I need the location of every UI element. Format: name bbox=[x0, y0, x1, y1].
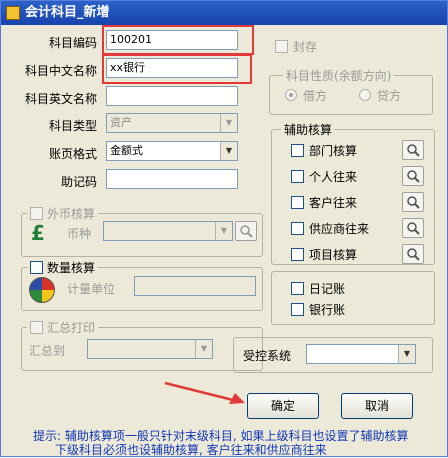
unit-field[interactable] bbox=[134, 276, 256, 296]
controlled-select[interactable]: ▼ bbox=[306, 344, 416, 364]
chevron-down-icon: ▼ bbox=[215, 222, 232, 240]
quantity-checkbox[interactable] bbox=[30, 261, 43, 274]
en-name-field[interactable] bbox=[106, 86, 238, 106]
nature-group-label: 科目性质(余额方向) bbox=[283, 67, 395, 84]
search-icon[interactable] bbox=[402, 244, 424, 264]
chart-pie-icon bbox=[29, 277, 55, 303]
cancel-button[interactable]: 取消 bbox=[341, 393, 413, 419]
memo-label: 助记码 bbox=[60, 175, 97, 189]
unit-label: 计量单位 bbox=[67, 282, 116, 296]
journals-group bbox=[271, 271, 435, 325]
search-icon[interactable] bbox=[402, 192, 424, 212]
pound-icon: £ bbox=[31, 221, 45, 245]
format-value: 金额式 bbox=[110, 144, 143, 157]
daily-journal-checkbox[interactable] bbox=[291, 282, 304, 295]
summary-to-select[interactable]: ▼ bbox=[87, 339, 213, 359]
quantity-group-header: 数量核算 bbox=[27, 259, 99, 276]
search-icon[interactable] bbox=[402, 140, 424, 160]
highlight-box-code bbox=[102, 25, 254, 55]
format-select[interactable]: 金额式 ▼ bbox=[106, 141, 238, 161]
chevron-down-icon: ▼ bbox=[195, 340, 212, 358]
app-icon bbox=[6, 6, 20, 20]
search-icon[interactable] bbox=[235, 221, 257, 241]
code-label: 科目编码 bbox=[48, 36, 97, 50]
aux-group-label: 辅助核算 bbox=[281, 121, 336, 138]
summary-checkbox[interactable] bbox=[30, 321, 43, 334]
foreign-checkbox[interactable] bbox=[30, 207, 43, 220]
seal-label: 封存 bbox=[293, 40, 318, 54]
bank-journal-checkbox[interactable] bbox=[291, 303, 304, 316]
cn-name-label: 科目中文名称 bbox=[24, 64, 97, 78]
quantity-label: 数量核算 bbox=[47, 261, 96, 275]
controlled-label: 受控系统 bbox=[243, 349, 292, 363]
window-title: 会计科目_新增 bbox=[25, 5, 110, 20]
aux-person-checkbox[interactable] bbox=[291, 170, 304, 183]
debit-radio[interactable] bbox=[285, 89, 297, 101]
summary-to-label: 汇总到 bbox=[29, 344, 66, 358]
credit-radio[interactable] bbox=[359, 89, 371, 101]
hint-line-2: 下级科目必须也设辅助核算, 客户往来和供应商往来 bbox=[55, 443, 327, 457]
title-bar[interactable]: 会计科目_新增 bbox=[1, 1, 447, 25]
ok-button[interactable]: 确定 bbox=[247, 393, 319, 419]
aux-item-label: 客户往来 bbox=[309, 196, 358, 210]
dialog-window: 会计科目_新增 科目编码 100201 科目中文名称 xx银行 科目英文名称 科… bbox=[0, 0, 448, 457]
foreign-label: 外币核算 bbox=[47, 207, 96, 221]
currency-label: 币种 bbox=[67, 227, 92, 241]
currency-select[interactable]: ▼ bbox=[103, 221, 233, 241]
annotation-arrow bbox=[164, 381, 245, 404]
memo-field[interactable] bbox=[106, 169, 238, 189]
aux-item-label: 个人往来 bbox=[309, 170, 358, 184]
aux-item-label: 供应商往来 bbox=[309, 222, 370, 236]
format-label: 账页格式 bbox=[48, 147, 97, 161]
chevron-down-icon: ▼ bbox=[220, 142, 237, 160]
bank-journal-label: 银行账 bbox=[309, 303, 346, 317]
search-icon[interactable] bbox=[402, 166, 424, 186]
aux-item-label: 部门核算 bbox=[309, 144, 358, 158]
debit-label: 借方 bbox=[303, 89, 328, 103]
aux-supplier-checkbox[interactable] bbox=[291, 222, 304, 235]
aux-customer-checkbox[interactable] bbox=[291, 196, 304, 209]
type-label: 科目类型 bbox=[48, 119, 97, 133]
summary-group-header: 汇总打印 bbox=[27, 319, 99, 336]
aux-item-label: 项目核算 bbox=[309, 248, 358, 262]
type-value: 资产 bbox=[110, 116, 132, 129]
type-select[interactable]: 资产 ▼ bbox=[106, 113, 238, 133]
summary-label: 汇总打印 bbox=[47, 321, 96, 335]
aux-project-checkbox[interactable] bbox=[291, 248, 304, 261]
seal-checkbox[interactable] bbox=[275, 40, 288, 53]
chevron-down-icon: ▼ bbox=[398, 345, 415, 363]
en-name-label: 科目英文名称 bbox=[24, 92, 97, 106]
foreign-group-header: 外币核算 bbox=[27, 205, 99, 222]
chevron-down-icon: ▼ bbox=[220, 114, 237, 132]
aux-dept-checkbox[interactable] bbox=[291, 144, 304, 157]
daily-journal-label: 日记账 bbox=[309, 282, 346, 296]
search-icon[interactable] bbox=[402, 218, 424, 238]
credit-label: 贷方 bbox=[377, 89, 402, 103]
highlight-box-name bbox=[102, 54, 252, 84]
